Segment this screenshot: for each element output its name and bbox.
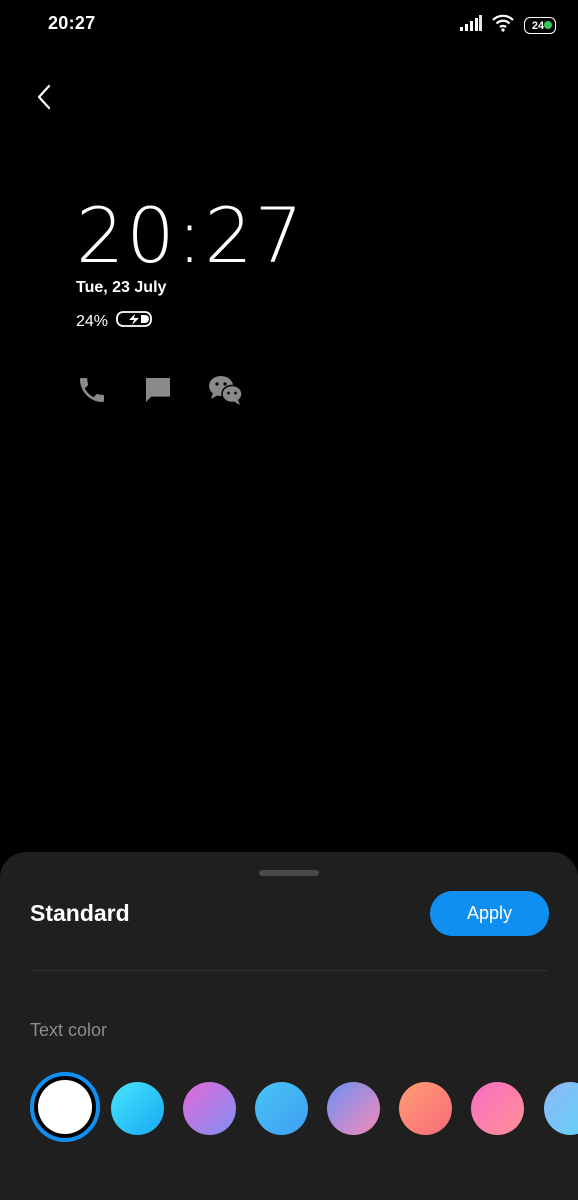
back-button[interactable] — [28, 80, 62, 114]
sheet-drag-handle[interactable] — [259, 870, 319, 876]
style-bottom-sheet: Standard Apply Text color — [0, 852, 578, 1200]
sheet-divider — [30, 970, 548, 971]
apply-button[interactable]: Apply — [430, 891, 549, 936]
wifi-icon — [492, 14, 514, 37]
text-color-label: Text color — [30, 1020, 108, 1040]
chevron-left-icon — [37, 84, 51, 110]
battery-level: 24 — [531, 19, 545, 32]
color-swatch-light-blue-partial[interactable] — [544, 1082, 578, 1135]
preview-battery-percent: 24% — [76, 312, 109, 330]
color-swatch-sky-blue[interactable] — [255, 1082, 308, 1135]
color-swatch-cyan[interactable] — [111, 1082, 164, 1135]
color-swatch-blue-pink[interactable] — [327, 1082, 380, 1135]
color-swatch-coral[interactable] — [399, 1082, 452, 1135]
wechat-icon — [208, 374, 244, 411]
status-bar: 20:27 24 — [0, 0, 578, 48]
battery-icon: 24 — [524, 17, 556, 34]
color-swatch-pink-purple[interactable] — [183, 1082, 236, 1135]
preview-date: Tue, 23 July — [76, 279, 167, 296]
notification-icons — [76, 374, 244, 411]
color-swatch-white[interactable] — [30, 1072, 100, 1142]
status-time: 20:27 — [48, 13, 96, 33]
text-color-swatches — [30, 1072, 578, 1144]
preview-battery: 24% — [76, 310, 154, 333]
sheet-title: Standard — [30, 900, 130, 926]
preview-clock: 20:27 — [76, 196, 305, 278]
color-swatch-fill — [38, 1080, 92, 1134]
battery-charging-icon — [116, 310, 154, 333]
status-icons: 24 — [460, 14, 556, 37]
signal-icon — [460, 15, 482, 36]
color-swatch-magenta-pink[interactable] — [471, 1082, 524, 1135]
battery-charge-dot — [544, 21, 552, 29]
phone-icon — [76, 374, 108, 411]
preview-clock-text: 20:27 — [76, 191, 306, 280]
message-icon — [142, 374, 174, 411]
